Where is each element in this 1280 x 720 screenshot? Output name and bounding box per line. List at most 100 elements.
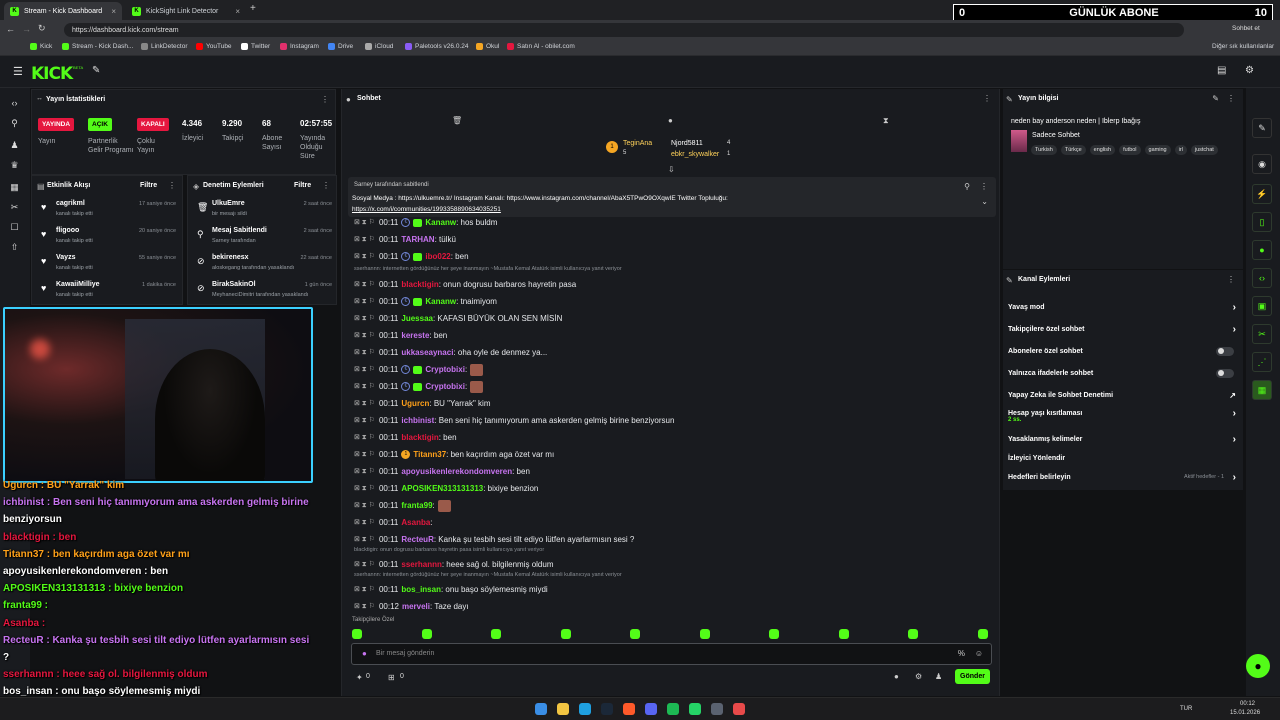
- card-icon[interactable]: ▯: [1252, 212, 1272, 232]
- whatsapp-icon[interactable]: [689, 703, 701, 715]
- close-icon[interactable]: ×: [235, 7, 240, 16]
- url-input[interactable]: https://dashboard.kick.com/stream: [64, 23, 1184, 37]
- window-icon[interactable]: ▣: [1252, 296, 1272, 316]
- language-indicator[interactable]: TUR: [1180, 706, 1192, 712]
- channel-action-row[interactable]: Hesap yaşı kısıtlaması 2 ss. ›: [1008, 405, 1238, 424]
- moderation-filter-button[interactable]: Filtre: [294, 182, 311, 189]
- chat-message[interactable]: ⊠ ⧗ ⚐ 00:11 € ibo022: ben: [354, 249, 469, 264]
- app-icon[interactable]: [711, 703, 723, 715]
- mod-tools-icon[interactable]: ⊠ ⧗ ⚐: [354, 297, 375, 306]
- chat-message[interactable]: ⊠ ⧗ ⚐ 00:11 € Kananw: hos buldm: [354, 215, 497, 230]
- mod-tools-icon[interactable]: ⊠ ⧗ ⚐: [354, 560, 375, 569]
- trophy-icon[interactable]: ♛: [9, 160, 20, 171]
- chat-icon[interactable]: ●: [1252, 240, 1272, 260]
- list-item[interactable]: ⊘ BirakSakinOl MeyhaneciDimitri tarafından…: [188, 277, 338, 303]
- chat-message[interactable]: ⊠ ⧗ ⚐ 00:11 € Kananw: tnaimiyom: [354, 294, 497, 309]
- mod-tools-icon[interactable]: ⊠ ⧗ ⚐: [354, 235, 375, 244]
- stream-tag[interactable]: gaming: [1144, 145, 1171, 155]
- cart-icon[interactable]: ☐: [9, 222, 20, 233]
- channel-action-row[interactable]: Abonelere özel sohbet: [1008, 343, 1238, 359]
- bolt-icon[interactable]: ⚡: [1252, 184, 1272, 204]
- message-username[interactable]: Kananw: [425, 297, 456, 306]
- wrench-icon[interactable]: ✂: [9, 202, 20, 213]
- bookmark-item[interactable]: Kick: [30, 43, 52, 50]
- message-username[interactable]: Asanba: [401, 518, 430, 527]
- steam-icon[interactable]: [601, 703, 613, 715]
- bookmark-item[interactable]: iCloud: [365, 43, 393, 50]
- mod-tools-icon[interactable]: ⊠ ⧗ ⚐: [354, 280, 375, 289]
- chat-message[interactable]: ⊠ ⧗ ⚐ 00:11 € Cryptobixi:: [354, 379, 484, 394]
- message-username[interactable]: Cryptobixi: [425, 365, 465, 374]
- toggle-switch[interactable]: [1216, 346, 1234, 356]
- profile-button[interactable]: Sohbet et: [1232, 25, 1260, 32]
- reload-icon[interactable]: ↻: [38, 23, 46, 34]
- chat-message[interactable]: ⊠ ⧗ ⚐ 00:11 Ugurcn: BU "Yarrak" kim: [354, 396, 490, 411]
- discord-icon[interactable]: [645, 703, 657, 715]
- mod-tools-icon[interactable]: ⊠ ⧗ ⚐: [354, 535, 375, 544]
- message-username[interactable]: kereste: [401, 331, 429, 340]
- layout-icon[interactable]: ▦: [9, 182, 20, 193]
- upload-icon[interactable]: ⇧: [9, 242, 20, 253]
- message-username[interactable]: bos_insan: [401, 585, 441, 594]
- chat-input[interactable]: ● Bir mesaj gönderin % ☺: [351, 643, 992, 665]
- mod-tools-icon[interactable]: ⊠ ⧗ ⚐: [354, 518, 375, 527]
- toggle-switch[interactable]: [1216, 368, 1234, 378]
- bookmark-item[interactable]: Twitter: [241, 43, 270, 50]
- tab-kicksight[interactable]: K KickSight Link Detector ×: [126, 2, 246, 20]
- chat-message[interactable]: ⊠ ⧗ ⚐ 00:11 apoyusikenlerekondomveren: ben: [354, 464, 530, 479]
- bookmark-item[interactable]: Satın Al - obilet.com: [507, 43, 575, 50]
- support-chat-icon[interactable]: ●: [1246, 654, 1270, 678]
- file-explorer-icon[interactable]: [557, 703, 569, 715]
- link-icon[interactable]: ⚲: [9, 118, 20, 129]
- list-item[interactable]: ♥ fligooo kanalı takip etti 20 saniye önce: [32, 223, 182, 249]
- gift-icon[interactable]: ⊞: [388, 673, 395, 682]
- chat-message[interactable]: ⊠ ⧗ ⚐ 00:12 merveli: Taze dayı: [354, 599, 469, 614]
- send-button[interactable]: Gönder: [955, 669, 990, 684]
- chat-message[interactable]: ⊠ ⧗ ⚐ 00:11 ukkaseaynaci: oha oyle de denm…: [354, 345, 547, 360]
- more-icon[interactable]: ⋮: [1227, 94, 1235, 103]
- chat-message[interactable]: ⊠ ⧗ ⚐ 00:11 sserhannn: heee sağ ol. bilgil…: [354, 557, 553, 572]
- more-icon[interactable]: ⋮: [168, 181, 176, 190]
- channel-action-row[interactable]: Yapay Zeka ile Sohbet Denetimi ↗: [1008, 387, 1238, 403]
- chat-message[interactable]: ⊠ ⧗ ⚐ 00:11 Asanba:: [354, 515, 433, 530]
- mod-tools-icon[interactable]: ⊠ ⧗ ⚐: [354, 314, 375, 323]
- chat-bubble-icon[interactable]: ●: [668, 116, 673, 125]
- message-username[interactable]: Juessaa: [401, 314, 433, 323]
- channel-action-row[interactable]: İzleyici Yönlendir: [1008, 450, 1238, 466]
- app-icon[interactable]: [623, 703, 635, 715]
- chevron-down-icon[interactable]: ⌄: [981, 197, 988, 206]
- stream-tag[interactable]: futbol: [1119, 145, 1141, 155]
- list-item[interactable]: ♥ cagrikml kanalı takip etti 17 saniye önce: [32, 196, 182, 222]
- hourglass-icon[interactable]: ⧗: [883, 116, 889, 126]
- message-username[interactable]: Titann37: [413, 450, 446, 459]
- mod-tools-icon[interactable]: ⊠ ⧗ ⚐: [354, 602, 375, 611]
- grid-icon[interactable]: ▦: [1252, 380, 1272, 400]
- channel-action-row[interactable]: Yavaş mod ›: [1008, 299, 1238, 315]
- channel-action-row[interactable]: Hedefleri belirleyin Aktif hedefler - 1 ›: [1008, 469, 1238, 485]
- mod-tools-icon[interactable]: ⊠ ⧗ ⚐: [354, 348, 375, 357]
- chat-message[interactable]: ⊠ ⧗ ⚐ 00:11 € Cryptobixi:: [354, 362, 484, 377]
- tab-kick-dashboard[interactable]: K Stream - Kick Dashboard ×: [4, 2, 122, 20]
- pin-icon[interactable]: ✎: [92, 65, 100, 76]
- new-tab-button[interactable]: +: [250, 3, 256, 14]
- eye-icon[interactable]: ◉: [1252, 154, 1272, 174]
- edit-icon[interactable]: ✎: [1212, 94, 1219, 103]
- windows-start-icon[interactable]: [535, 703, 547, 715]
- emote-icon[interactable]: [560, 629, 571, 639]
- message-username[interactable]: APOSIKEN313131313: [401, 484, 483, 493]
- chat-message[interactable]: ⊠ ⧗ ⚐ 00:11 TARHAN: tülkü: [354, 232, 456, 247]
- chat-message[interactable]: ⊠ ⧗ ⚐ 00:11 1 Titann37: ben kaçırdım aga öz…: [354, 447, 554, 462]
- chat-message[interactable]: ⊠ ⧗ ⚐ 00:11 bos_insan: onu başo söylemesmi…: [354, 582, 548, 597]
- gear-icon[interactable]: ⚙: [915, 672, 922, 681]
- edge-icon[interactable]: [579, 703, 591, 715]
- bookmark-item[interactable]: Stream - Kick Dash...: [62, 43, 133, 50]
- bookmark-item[interactable]: Instagram: [280, 43, 319, 50]
- chat-message[interactable]: ⊠ ⧗ ⚐ 00:11 ichbinist: Ben seni hiç tanımı…: [354, 413, 674, 428]
- list-item[interactable]: ♥ KawaiiMilliye kanalı takip etti 1 dakika …: [32, 277, 182, 303]
- points-icon[interactable]: ✦: [356, 673, 363, 682]
- mod-tools-icon[interactable]: ⊠ ⧗ ⚐: [354, 416, 375, 425]
- mod-tools-icon[interactable]: ⊠ ⧗ ⚐: [354, 399, 375, 408]
- emoji-icon[interactable]: ☺: [975, 649, 983, 658]
- message-username[interactable]: ibo022: [425, 252, 450, 261]
- mod-tools-icon[interactable]: ⊠ ⧗ ⚐: [354, 365, 375, 374]
